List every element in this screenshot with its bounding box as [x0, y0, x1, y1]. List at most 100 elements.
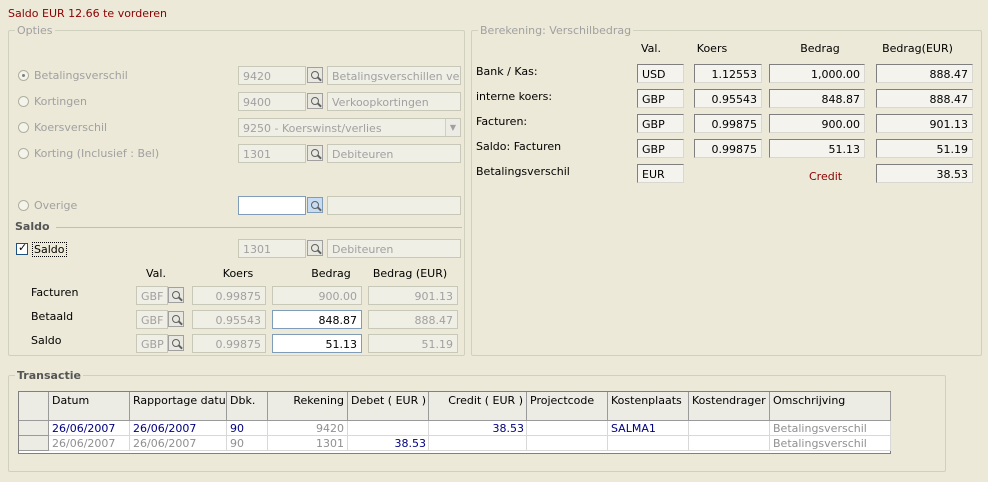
col-header[interactable]: Dbk. [227, 392, 268, 421]
code-field-betalingsverschil[interactable]: 9420 [238, 66, 306, 85]
saldo-row-label: Betaald [31, 310, 74, 323]
transactie-grid[interactable]: Datum Rapportage datu Dbk. Rekening Debe… [18, 391, 891, 454]
ber-verschil-type: Credit [809, 170, 843, 183]
saldo-checkbox-label[interactable]: Saldo [32, 242, 67, 257]
col-header[interactable]: Kostendrager [689, 392, 770, 421]
saldo-koers-field: 0.99875 [192, 286, 266, 305]
table-cell[interactable]: SALMA1 [608, 421, 689, 436]
saldo-val-field: GBF [136, 286, 168, 305]
desc-field-korting-inclusief: Debiteuren [327, 144, 461, 163]
table-cell[interactable]: 26/06/2007 [130, 436, 227, 451]
ber-header-bedrag-eur: Bedrag(EUR) [882, 42, 953, 55]
saldo-bedrag-input[interactable]: 51.13 [272, 334, 362, 353]
saldo-val-field: GBP [136, 334, 168, 353]
table-cell[interactable] [608, 436, 689, 451]
desc-field-kortingen: Verkoopkortingen [327, 92, 461, 111]
col-header[interactable]: Datum [49, 392, 130, 421]
col-header[interactable]: Projectcode [527, 392, 608, 421]
radio-kortingen[interactable] [18, 96, 29, 107]
saldo-checkbox[interactable] [16, 241, 28, 255]
ber-koers-field: 0.99875 [694, 139, 762, 158]
lookup-icon[interactable] [307, 240, 323, 256]
ber-bedrag-eur-field: 901.13 [876, 114, 973, 133]
ber-koers-field: 0.99875 [694, 114, 762, 133]
col-header[interactable]: Rekening [268, 392, 348, 421]
overige-code-input[interactable] [238, 196, 306, 215]
table-cell[interactable]: 90 [227, 421, 268, 436]
table-cell[interactable] [527, 436, 608, 451]
ber-bedrag-eur-field: 888.47 [876, 89, 973, 108]
saldo-row-label: Facturen [31, 286, 79, 299]
ber-bedrag-field: 51.13 [769, 139, 865, 158]
ber-val-field: GBP [637, 114, 684, 133]
col-header[interactable]: Kostenplaats [608, 392, 689, 421]
saldo-val-field: GBF [136, 310, 168, 329]
col-header[interactable]: Omschrijving [770, 392, 891, 421]
table-cell[interactable]: 38.53 [429, 421, 527, 436]
table-cell[interactable] [348, 421, 429, 436]
code-field-kortingen[interactable]: 9400 [238, 92, 306, 111]
option-label-betalingsverschil: Betalingsverschil [34, 69, 128, 82]
table-cell[interactable] [429, 436, 527, 451]
lookup-icon[interactable] [307, 93, 323, 109]
table-cell[interactable]: Betalingsverschil [770, 421, 891, 436]
ber-header-bedrag: Bedrag [800, 42, 840, 55]
option-label-korting-inclusief: Korting (Inclusief : Bel) [34, 147, 160, 160]
radio-koersverschil[interactable] [18, 122, 29, 133]
table-cell[interactable]: 1301 [268, 436, 348, 451]
betaald-bedrag-input[interactable]: 848.87 [272, 310, 362, 329]
code-field-korting-inclusief[interactable]: 1301 [238, 144, 306, 163]
radio-korting-inclusief[interactable] [18, 148, 29, 159]
option-label-kortingen: Kortingen [34, 95, 87, 108]
radio-overige[interactable] [18, 200, 29, 211]
ber-koers-field: 1.12553 [694, 64, 762, 83]
table-cell[interactable] [689, 436, 770, 451]
lookup-icon [168, 311, 184, 327]
ber-verschil-bedrag-eur: 38.53 [876, 164, 973, 183]
lookup-icon[interactable] [307, 67, 323, 83]
ber-val-field: USD [637, 64, 684, 83]
balance-message: Saldo EUR 12.66 te vorderen [8, 7, 168, 20]
ber-bedrag-eur-field: 888.47 [876, 64, 973, 83]
chevron-down-icon[interactable]: ▼ [445, 119, 460, 136]
row-header[interactable] [19, 421, 49, 436]
saldo-code-field[interactable]: 1301 [238, 239, 306, 258]
col-header[interactable]: Rapportage datu [130, 392, 227, 421]
saldo-header-bedrag-eur: Bedrag (EUR) [372, 267, 448, 280]
transactie-legend: Transactie [15, 369, 83, 382]
grid-corner [19, 392, 49, 421]
saldo-divider [56, 227, 462, 228]
ber-verschil-label: Betalingsverschil [476, 165, 570, 178]
koersverschil-dropdown[interactable]: 9250 - Koerswinst/verlies [238, 118, 461, 137]
desc-field-betalingsverschil: Betalingsverschillen ve [327, 66, 461, 85]
ber-header-koers: Koers [696, 42, 728, 55]
ber-row-label: Facturen: [476, 115, 528, 128]
lookup-icon[interactable] [307, 145, 323, 161]
table-cell[interactable]: 9420 [268, 421, 348, 436]
table-cell[interactable]: Betalingsverschil [770, 436, 891, 451]
saldo-section-title: Saldo [15, 220, 50, 233]
table-cell[interactable]: 38.53 [348, 436, 429, 451]
ber-val-field: GBP [637, 139, 684, 158]
table-cell[interactable]: 26/06/2007 [49, 421, 130, 436]
lookup-icon [168, 287, 184, 303]
table-cell[interactable]: 90 [227, 436, 268, 451]
ber-row-label: interne koers: [476, 90, 553, 103]
saldo-bedrag-eur-field: 51.19 [368, 334, 458, 353]
lookup-icon[interactable] [307, 197, 323, 213]
ber-val-field: GBP [637, 89, 684, 108]
ber-koers-field: 0.95543 [694, 89, 762, 108]
saldo-bedrag-eur-field: 888.47 [368, 310, 458, 329]
table-cell[interactable]: 26/06/2007 [49, 436, 130, 451]
saldo-header-val: Val. [146, 267, 166, 280]
radio-betalingsverschil[interactable] [18, 70, 29, 81]
saldo-desc-field: Debiteuren [327, 239, 461, 258]
ber-row-label: Saldo: Facturen [476, 140, 562, 153]
col-header[interactable]: Credit ( EUR ) [429, 392, 527, 421]
opties-legend: Opties [15, 24, 55, 37]
col-header[interactable]: Debet ( EUR ) [348, 392, 429, 421]
table-cell[interactable] [689, 421, 770, 436]
row-header[interactable] [19, 436, 49, 451]
table-cell[interactable]: 26/06/2007 [130, 421, 227, 436]
table-cell[interactable] [527, 421, 608, 436]
